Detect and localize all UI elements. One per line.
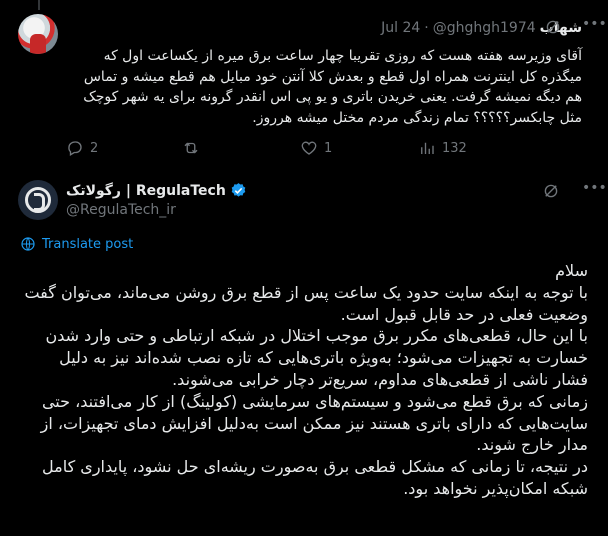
regulatech-logo bbox=[25, 187, 51, 213]
reply-icon bbox=[68, 141, 82, 156]
reply-button[interactable]: 2 bbox=[66, 139, 98, 157]
verified-badge-icon[interactable] bbox=[230, 182, 247, 199]
translate-post-link[interactable]: Translate post bbox=[20, 236, 133, 252]
reply-text: آقای وزیرسه هفته هست که روزی تقریبا چهار… bbox=[83, 48, 582, 126]
grok-icon[interactable] bbox=[544, 18, 562, 36]
more-icon[interactable]: ••• bbox=[582, 180, 607, 196]
like-icon bbox=[301, 141, 317, 155]
views-button[interactable]: 132 bbox=[418, 139, 467, 157]
globe-icon bbox=[21, 237, 35, 251]
avatar[interactable] bbox=[18, 14, 58, 54]
separator-dot: · bbox=[424, 20, 429, 36]
reply-action-bar: 2 1 132 bbox=[0, 138, 608, 158]
user-handle[interactable]: @RegulaTech_ir bbox=[66, 202, 176, 218]
avatar[interactable] bbox=[18, 180, 58, 220]
tweet-text: سلام با توجه به اینکه سایت حدود یک ساعت … bbox=[24, 261, 588, 498]
like-count: 1 bbox=[324, 140, 333, 156]
reply-tweet[interactable]: شهاب @ghghgh1974 · Jul 24 ••• آقای وزیرس… bbox=[0, 0, 608, 165]
post-date[interactable]: Jul 24 bbox=[381, 20, 420, 36]
author-row: رگولاتک | RegulaTech bbox=[66, 182, 247, 199]
views-icon bbox=[421, 142, 434, 154]
like-button[interactable]: 1 bbox=[300, 139, 332, 157]
grok-icon[interactable] bbox=[542, 182, 560, 200]
repost-button[interactable] bbox=[182, 139, 206, 157]
user-handle[interactable]: @ghghgh1974 bbox=[433, 20, 536, 36]
views-count: 132 bbox=[442, 140, 467, 156]
display-name[interactable]: رگولاتک | RegulaTech bbox=[66, 183, 226, 199]
main-tweet[interactable]: رگولاتک | RegulaTech @RegulaTech_ir ••• … bbox=[0, 168, 608, 536]
translate-label[interactable]: Translate post bbox=[42, 237, 133, 252]
reply-count: 2 bbox=[90, 140, 99, 156]
repost-icon bbox=[184, 142, 198, 154]
more-icon[interactable]: ••• bbox=[582, 16, 607, 32]
